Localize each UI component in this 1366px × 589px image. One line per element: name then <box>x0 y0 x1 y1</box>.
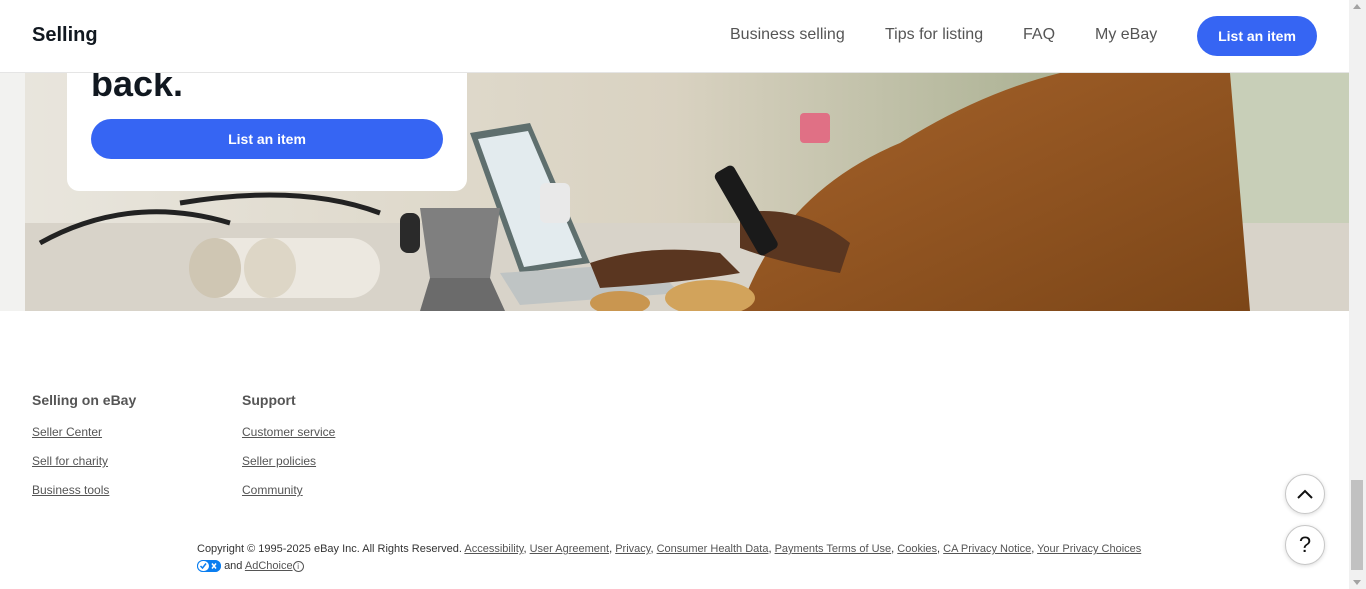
hero-list-item-button[interactable]: List an item <box>91 119 443 159</box>
link-consumer-health-data[interactable]: Consumer Health Data <box>657 543 769 555</box>
copyright-text: Copyright © 1995-2025 eBay Inc. All Righ… <box>197 543 462 555</box>
link-seller-policies[interactable]: Seller policies <box>242 453 335 469</box>
link-adchoice[interactable]: AdChoice <box>245 560 293 572</box>
top-navigation: Selling Business selling Tips for listin… <box>0 0 1349 73</box>
page-scrollbar[interactable] <box>1349 0 1366 589</box>
help-icon: ? <box>1298 532 1312 557</box>
privacy-choices-icon <box>197 560 221 573</box>
chevron-up-icon <box>1297 489 1313 499</box>
nav-faq[interactable]: FAQ <box>1023 26 1055 44</box>
hero-card: back. List an item <box>67 63 467 191</box>
brand-title[interactable]: Selling <box>32 24 98 47</box>
info-icon: i <box>292 560 304 572</box>
nav-business-selling[interactable]: Business selling <box>730 26 845 44</box>
scroll-down-icon[interactable] <box>1353 580 1361 585</box>
link-ca-privacy-notice[interactable]: CA Privacy Notice <box>943 543 1031 555</box>
link-privacy[interactable]: Privacy <box>615 543 650 555</box>
link-user-agreement[interactable]: User Agreement <box>530 543 609 555</box>
footer-column-title: Selling on eBay <box>32 392 137 408</box>
nav-my-ebay[interactable]: My eBay <box>1095 26 1157 44</box>
and-text: and <box>224 560 243 572</box>
link-seller-center[interactable]: Seller Center <box>32 424 136 440</box>
link-accessibility[interactable]: Accessibility <box>464 543 523 555</box>
nav-tips-for-listing[interactable]: Tips for listing <box>885 26 983 44</box>
link-customer-service[interactable]: Customer service <box>242 424 335 440</box>
link-community[interactable]: Community <box>242 482 335 498</box>
link-business-tools[interactable]: Business tools <box>32 482 136 498</box>
link-cookies[interactable]: Cookies <box>897 543 937 555</box>
scroll-up-icon[interactable] <box>1353 4 1361 9</box>
help-button[interactable]: ? <box>1285 525 1325 565</box>
footer-column-support: Support Customer service Seller policies… <box>242 392 335 511</box>
link-your-privacy-choices[interactable]: Your Privacy Choices <box>1037 543 1141 555</box>
scrollbar-thumb[interactable] <box>1351 480 1363 570</box>
footer-column-title: Support <box>242 392 296 408</box>
header-list-item-button[interactable]: List an item <box>1197 16 1317 56</box>
legal-footer: Copyright © 1995-2025 eBay Inc. All Righ… <box>197 543 1142 573</box>
back-to-top-button[interactable] <box>1285 474 1325 514</box>
footer-column-selling: Selling on eBay Seller Center Sell for c… <box>32 392 136 511</box>
link-sell-for-charity[interactable]: Sell for charity <box>32 453 136 469</box>
link-payments-terms[interactable]: Payments Terms of Use <box>775 543 892 555</box>
